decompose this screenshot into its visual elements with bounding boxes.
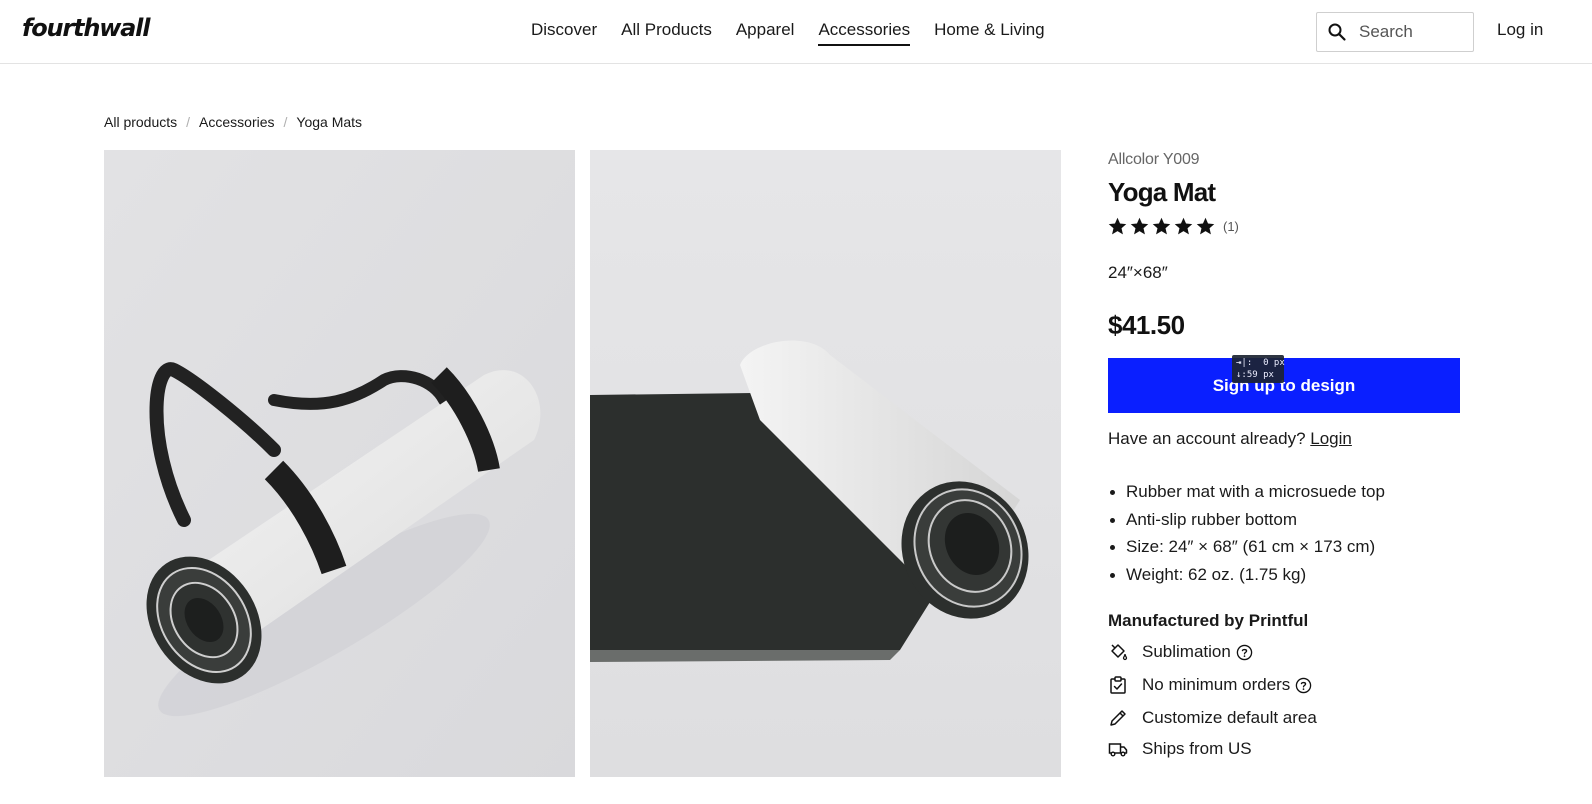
attribute-label: Sublimation (1142, 642, 1231, 661)
pencil-icon (1110, 710, 1126, 726)
attribute-customize-area: Customize default area (1108, 708, 1317, 728)
product-size: 24″×68″ (1108, 263, 1168, 282)
attribute-no-minimum: No minimum orders (1108, 675, 1312, 695)
attribute-sublimation: Sublimation (1108, 642, 1253, 662)
attribute-label: No minimum orders (1142, 675, 1291, 694)
main-nav: Discover All Products Apparel Accessorie… (531, 20, 1069, 46)
feature-item: Size: 24″ × 68″ (61 cm × 173 cm) (1108, 533, 1385, 561)
breadcrumb-all-products[interactable]: All products (104, 114, 177, 130)
feature-list: Rubber mat with a microsuede top Anti-sl… (1108, 478, 1385, 588)
star-icon (1174, 217, 1193, 235)
overlay-line-1: ⇥|: 0 px (1236, 358, 1285, 368)
feature-item: Anti-slip rubber bottom (1108, 506, 1385, 534)
search-icon (1328, 23, 1346, 41)
star-icon (1130, 217, 1149, 235)
product-image-unrolled[interactable] (590, 150, 1061, 777)
nav-accessories[interactable]: Accessories (818, 20, 911, 46)
star-icon (1152, 217, 1171, 235)
feature-item: Rubber mat with a microsuede top (1108, 478, 1385, 506)
search-placeholder: Search (1359, 22, 1413, 41)
truck-icon (1108, 743, 1128, 757)
search-input[interactable]: Search (1316, 12, 1474, 52)
clipboard-check-icon (1110, 676, 1126, 694)
product-image-rolled-with-strap[interactable] (104, 150, 575, 777)
product-brand: Allcolor Y009 (1108, 151, 1200, 168)
login-inline-link[interactable]: Login (1310, 429, 1352, 448)
feature-item: Weight: 62 oz. (1.75 kg) (1108, 561, 1385, 589)
nav-home-living[interactable]: Home & Living (934, 20, 1045, 46)
product-title: Yoga Mat (1108, 177, 1216, 207)
help-circle-icon[interactable] (1295, 677, 1312, 694)
star-icon (1196, 217, 1215, 235)
account-prompt: Have an account already? Login (1108, 429, 1352, 449)
breadcrumb-separator: / (186, 114, 191, 130)
login-link[interactable]: Log in (1497, 20, 1543, 40)
measurement-overlay: ⇥|: 0 px ↓:59 px (1232, 355, 1285, 383)
help-circle-icon[interactable] (1236, 644, 1253, 661)
attribute-label: Ships from US (1142, 739, 1252, 758)
star-icon (1108, 217, 1127, 235)
paint-bucket-icon (1111, 644, 1128, 661)
account-prompt-text: Have an account already? (1108, 429, 1306, 448)
nav-discover[interactable]: Discover (531, 20, 597, 46)
breadcrumb-yoga-mats[interactable]: Yoga Mats (296, 114, 362, 130)
attribute-label: Customize default area (1142, 708, 1317, 727)
breadcrumb-accessories[interactable]: Accessories (199, 114, 274, 130)
nav-apparel[interactable]: Apparel (736, 20, 795, 46)
overlay-line-2: ↓:59 px (1236, 370, 1274, 380)
breadcrumb-separator: / (283, 114, 288, 130)
site-header: fourthwall Discover All Products Apparel… (0, 0, 1592, 64)
fourthwall-logo[interactable]: fourthwall (22, 14, 150, 42)
manufacturer-label: Manufactured by Printful (1108, 611, 1309, 630)
nav-all-products[interactable]: All Products (621, 20, 712, 46)
attribute-ships-from: Ships from US (1108, 739, 1252, 759)
review-count[interactable]: (1) (1223, 219, 1239, 234)
breadcrumb: All products / Accessories / Yoga Mats (104, 114, 362, 130)
product-price: $41.50 (1108, 310, 1185, 340)
rating-stars[interactable]: (1) (1107, 216, 1239, 237)
